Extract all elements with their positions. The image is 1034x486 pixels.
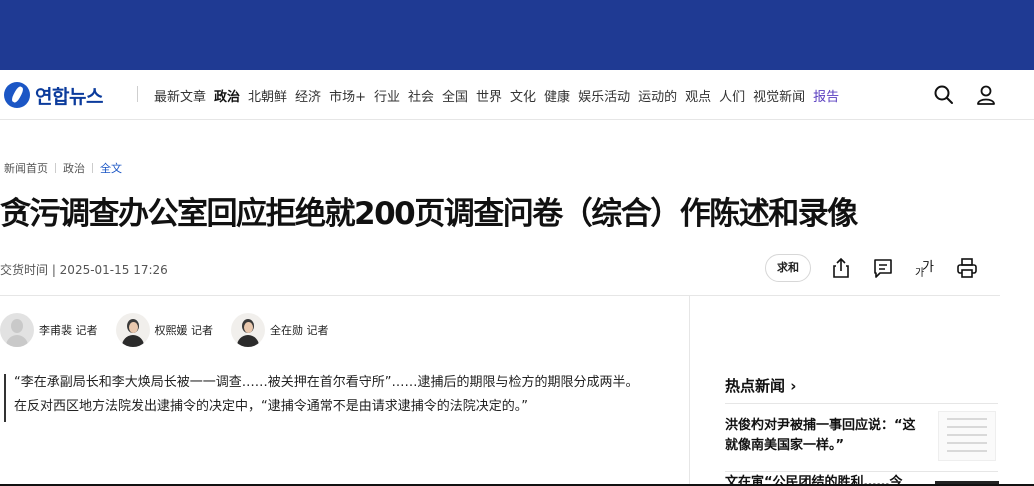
menu-item-market[interactable]: 市场+: [329, 86, 366, 105]
breadcrumb-home[interactable]: 新闻首页: [4, 160, 48, 176]
reporter-list: 李甫裴 记者 权熙媛 记者 全在勋 记者: [0, 312, 347, 348]
breadcrumb: 新闻首页 政治 全文: [4, 160, 122, 176]
hot-news-thumbnail[interactable]: [938, 411, 996, 461]
article-published-time: 交货时间 | 2025-01-15 17:26: [0, 263, 168, 277]
hot-news-divider: [725, 403, 998, 404]
svg-text:가: 가: [922, 260, 934, 275]
menu-item-sports[interactable]: 运动的: [638, 86, 677, 105]
menu-item-latest[interactable]: 最新文章: [154, 86, 206, 105]
reporter-name: 李甫裴 记者: [39, 324, 98, 337]
menu-item-report[interactable]: 报告: [813, 86, 839, 105]
hot-news-divider: [725, 471, 998, 472]
summary-line: “李在承副局长和李大焕局长被一一调查……被关押在首尔看守所”……逮捕后的期限与检…: [14, 375, 639, 390]
menu-item-opinion[interactable]: 观点: [685, 86, 711, 105]
avatar: [231, 313, 265, 347]
logo[interactable]: 연합뉴스: [4, 79, 103, 111]
menu-item-politics[interactable]: 政治: [214, 86, 240, 105]
font-size-icon[interactable]: 가가: [913, 256, 937, 280]
logo-text: 연합뉴스: [35, 85, 103, 108]
top-banner: [0, 0, 1034, 70]
summary-line: 在反对西区地方法院发出逮捕令的决定中，“逮捕令通常不是由请求逮捕令的法院决定的。…: [14, 399, 528, 414]
avatar: [115, 313, 150, 347]
reporter-item[interactable]: 全在勋 记者: [231, 313, 329, 347]
menu-item-society[interactable]: 社会: [408, 86, 434, 105]
global-navigation: 연합뉴스 最新文章 政治 北朝鲜 经济 市场+ 行业 社会 全国 世界 文化 健…: [0, 70, 1034, 120]
chevron-right-icon: ›: [790, 377, 797, 395]
breadcrumb-current[interactable]: 全文: [100, 160, 122, 176]
logo-icon: [4, 82, 30, 108]
nav-divider: [137, 86, 138, 102]
reporter-name: 权熙媛 记者: [154, 324, 214, 337]
article-headline: 贪污调查办公室回应拒绝就200页调查问卷（综合）作陈述和录像: [0, 196, 858, 232]
menu-item-national[interactable]: 全国: [442, 86, 468, 105]
hot-news-title-text: 热点新闻: [725, 377, 786, 395]
comment-icon[interactable]: [871, 256, 895, 280]
reporter-name: 全在勋 记者: [270, 324, 329, 337]
menu-item-people[interactable]: 人们: [719, 86, 745, 105]
print-icon[interactable]: [955, 256, 979, 280]
avatar: [0, 313, 34, 347]
column-divider: [689, 296, 690, 486]
breadcrumb-separator: [55, 163, 56, 173]
menu-item-economy[interactable]: 经济: [295, 86, 321, 105]
hot-news-title[interactable]: 热点新闻 ›: [725, 375, 796, 396]
reporter-item[interactable]: 李甫裴 记者: [0, 313, 98, 347]
search-icon[interactable]: [932, 83, 956, 107]
article-summary: “李在承副局长和李大焕局长被一一调查……被关押在首尔看守所”……逮捕后的期限与检…: [4, 374, 664, 422]
summary-button[interactable]: 求和: [765, 254, 811, 282]
share-icon[interactable]: [829, 256, 853, 280]
user-icon[interactable]: [974, 83, 998, 107]
reporter-item[interactable]: 权熙媛 记者: [115, 313, 214, 347]
menu-item-visual-news[interactable]: 视觉新闻: [753, 86, 805, 105]
menu-item-world[interactable]: 世界: [476, 86, 502, 105]
hot-news-item[interactable]: 洪俊杓对尹被捕一事回应说：“这就像南美国家一样。”: [725, 416, 925, 456]
menu-item-entertainment[interactable]: 娱乐活动: [578, 86, 630, 105]
menu-item-health[interactable]: 健康: [544, 86, 570, 105]
breadcrumb-separator: [92, 163, 93, 173]
meta-divider: [0, 295, 1000, 296]
menu-item-culture[interactable]: 文化: [510, 86, 536, 105]
breadcrumb-section[interactable]: 政治: [63, 160, 85, 176]
menu-item-industry[interactable]: 行业: [374, 86, 400, 105]
menu-item-north-korea[interactable]: 北朝鲜: [248, 86, 287, 105]
main-menu: 最新文章 政治 北朝鲜 经济 市场+ 行业 社会 全国 世界 文化 健康 娱乐活…: [154, 70, 847, 120]
article-tools: 求和 가가: [765, 252, 1005, 284]
